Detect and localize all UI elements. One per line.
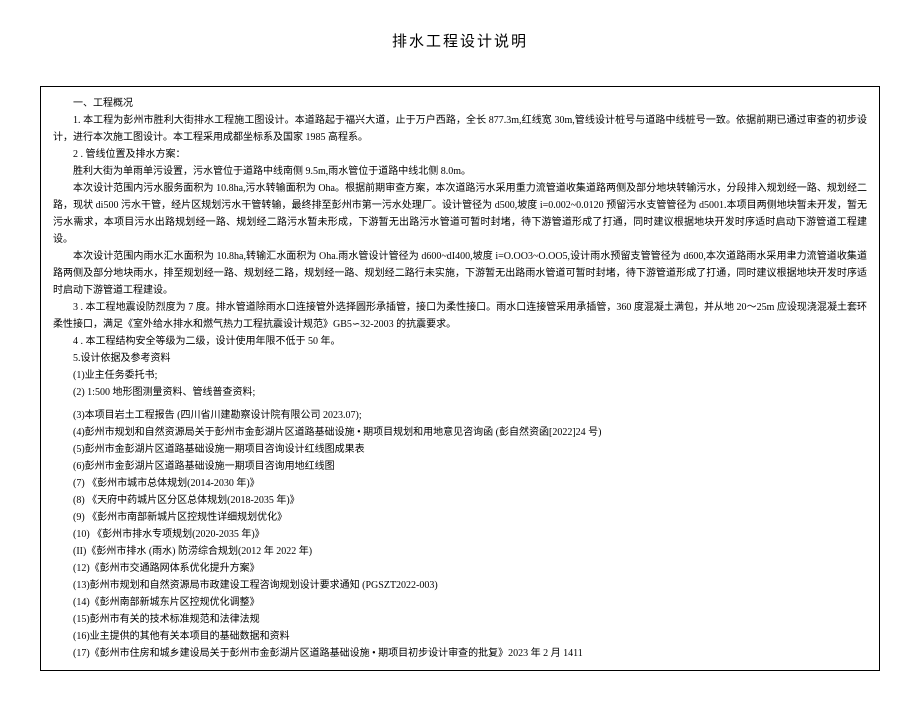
ref-item-10: (10) 《彭州市排水专项规划(2020-2035 年)》	[53, 526, 867, 543]
ref-item-17: (17)《彭州市住房和城乡建设局关于彭州市金彭湖片区道路基础设施 • 期项目初步…	[53, 645, 867, 662]
paragraph-7: 5.设计依据及参考资料	[53, 350, 867, 367]
ref-item-4: (4)彭州市规划和自然资源局关于彭州市金彭湖片区道路基础设施 • 期项目规划和用…	[53, 424, 867, 441]
ref-item-3: (3)本项目岩土工程报告 (四川省川建勘察设计院有限公司 2023.07);	[53, 407, 867, 424]
ref-item-2: (2) 1:500 地形图测量资料、管线普查资料;	[53, 384, 867, 401]
ref-item-12: (12)《彭州市交通路网体系优化提升方案》	[53, 560, 867, 577]
ref-item-16: (16)业主提供的其他有关本项目的基础数据和资料	[53, 628, 867, 645]
ref-item-13: (13)彭州市规划和自然资源局市政建设工程咨询规划设计要求通知 (PGSZT20…	[53, 577, 867, 594]
paragraph-3: 本次设计范围内污水服务面积为 10.8ha,污水转输面积为 Oha。根据前期审查…	[53, 180, 867, 248]
ref-item-9: (9) 《彭州市南部新城片区控规性详细规划优化》	[53, 509, 867, 526]
document-body: 一、工程概况 1. 本工程为彭州市胜利大街排水工程施工图设计。本道路起于福兴大道…	[40, 86, 880, 671]
paragraph-5: 3 . 本工程地震设防烈度为 7 度。排水管道除雨水口连接管外选择圆形承插管，接…	[53, 299, 867, 333]
paragraph-6: 4 . 本工程结构安全等级为二级，设计使用年限不低于 50 年。	[53, 333, 867, 350]
ref-item-14: (14)《彭州南部新城东片区控规优化调整》	[53, 594, 867, 611]
paragraph-1: 1. 本工程为彭州市胜利大街排水工程施工图设计。本道路起于福兴大道，止于万户西路…	[53, 112, 867, 146]
paragraph-2a: 胜利大街为单雨单污设置，污水管位于道路中线南侧 9.5m,雨水管位于道路中线北侧…	[53, 163, 867, 180]
ref-item-1: (1)业主任务委托书;	[53, 367, 867, 384]
ref-item-5: (5)彭州市金彭湖片区道路基础设施一期项目咨询设计红线图成果表	[53, 441, 867, 458]
paragraph-4: 本次设计范围内雨水汇水面积为 10.8ha,转输汇水面积为 Oha.雨水管设计管…	[53, 248, 867, 299]
ref-item-6: (6)彭州市金彭湖片区道路基础设施一期项目咨询用地红线图	[53, 458, 867, 475]
section-header-overview: 一、工程概况	[53, 95, 867, 112]
page-title: 排水工程设计说明	[40, 30, 880, 56]
ref-item-15: (15)彭州市有关的技术标准规范和法律法规	[53, 611, 867, 628]
paragraph-2: 2 . 管线位置及排水方案：	[53, 146, 867, 163]
ref-item-8: (8) 《天府中药城片区分区总体规划(2018-2035 年)》	[53, 492, 867, 509]
ref-item-7: (7) 《彭州市城市总体规划(2014-2030 年)》	[53, 475, 867, 492]
ref-item-11: (II)《彭州市排水 (雨水) 防涝综合规划(2012 年 2022 年)	[53, 543, 867, 560]
